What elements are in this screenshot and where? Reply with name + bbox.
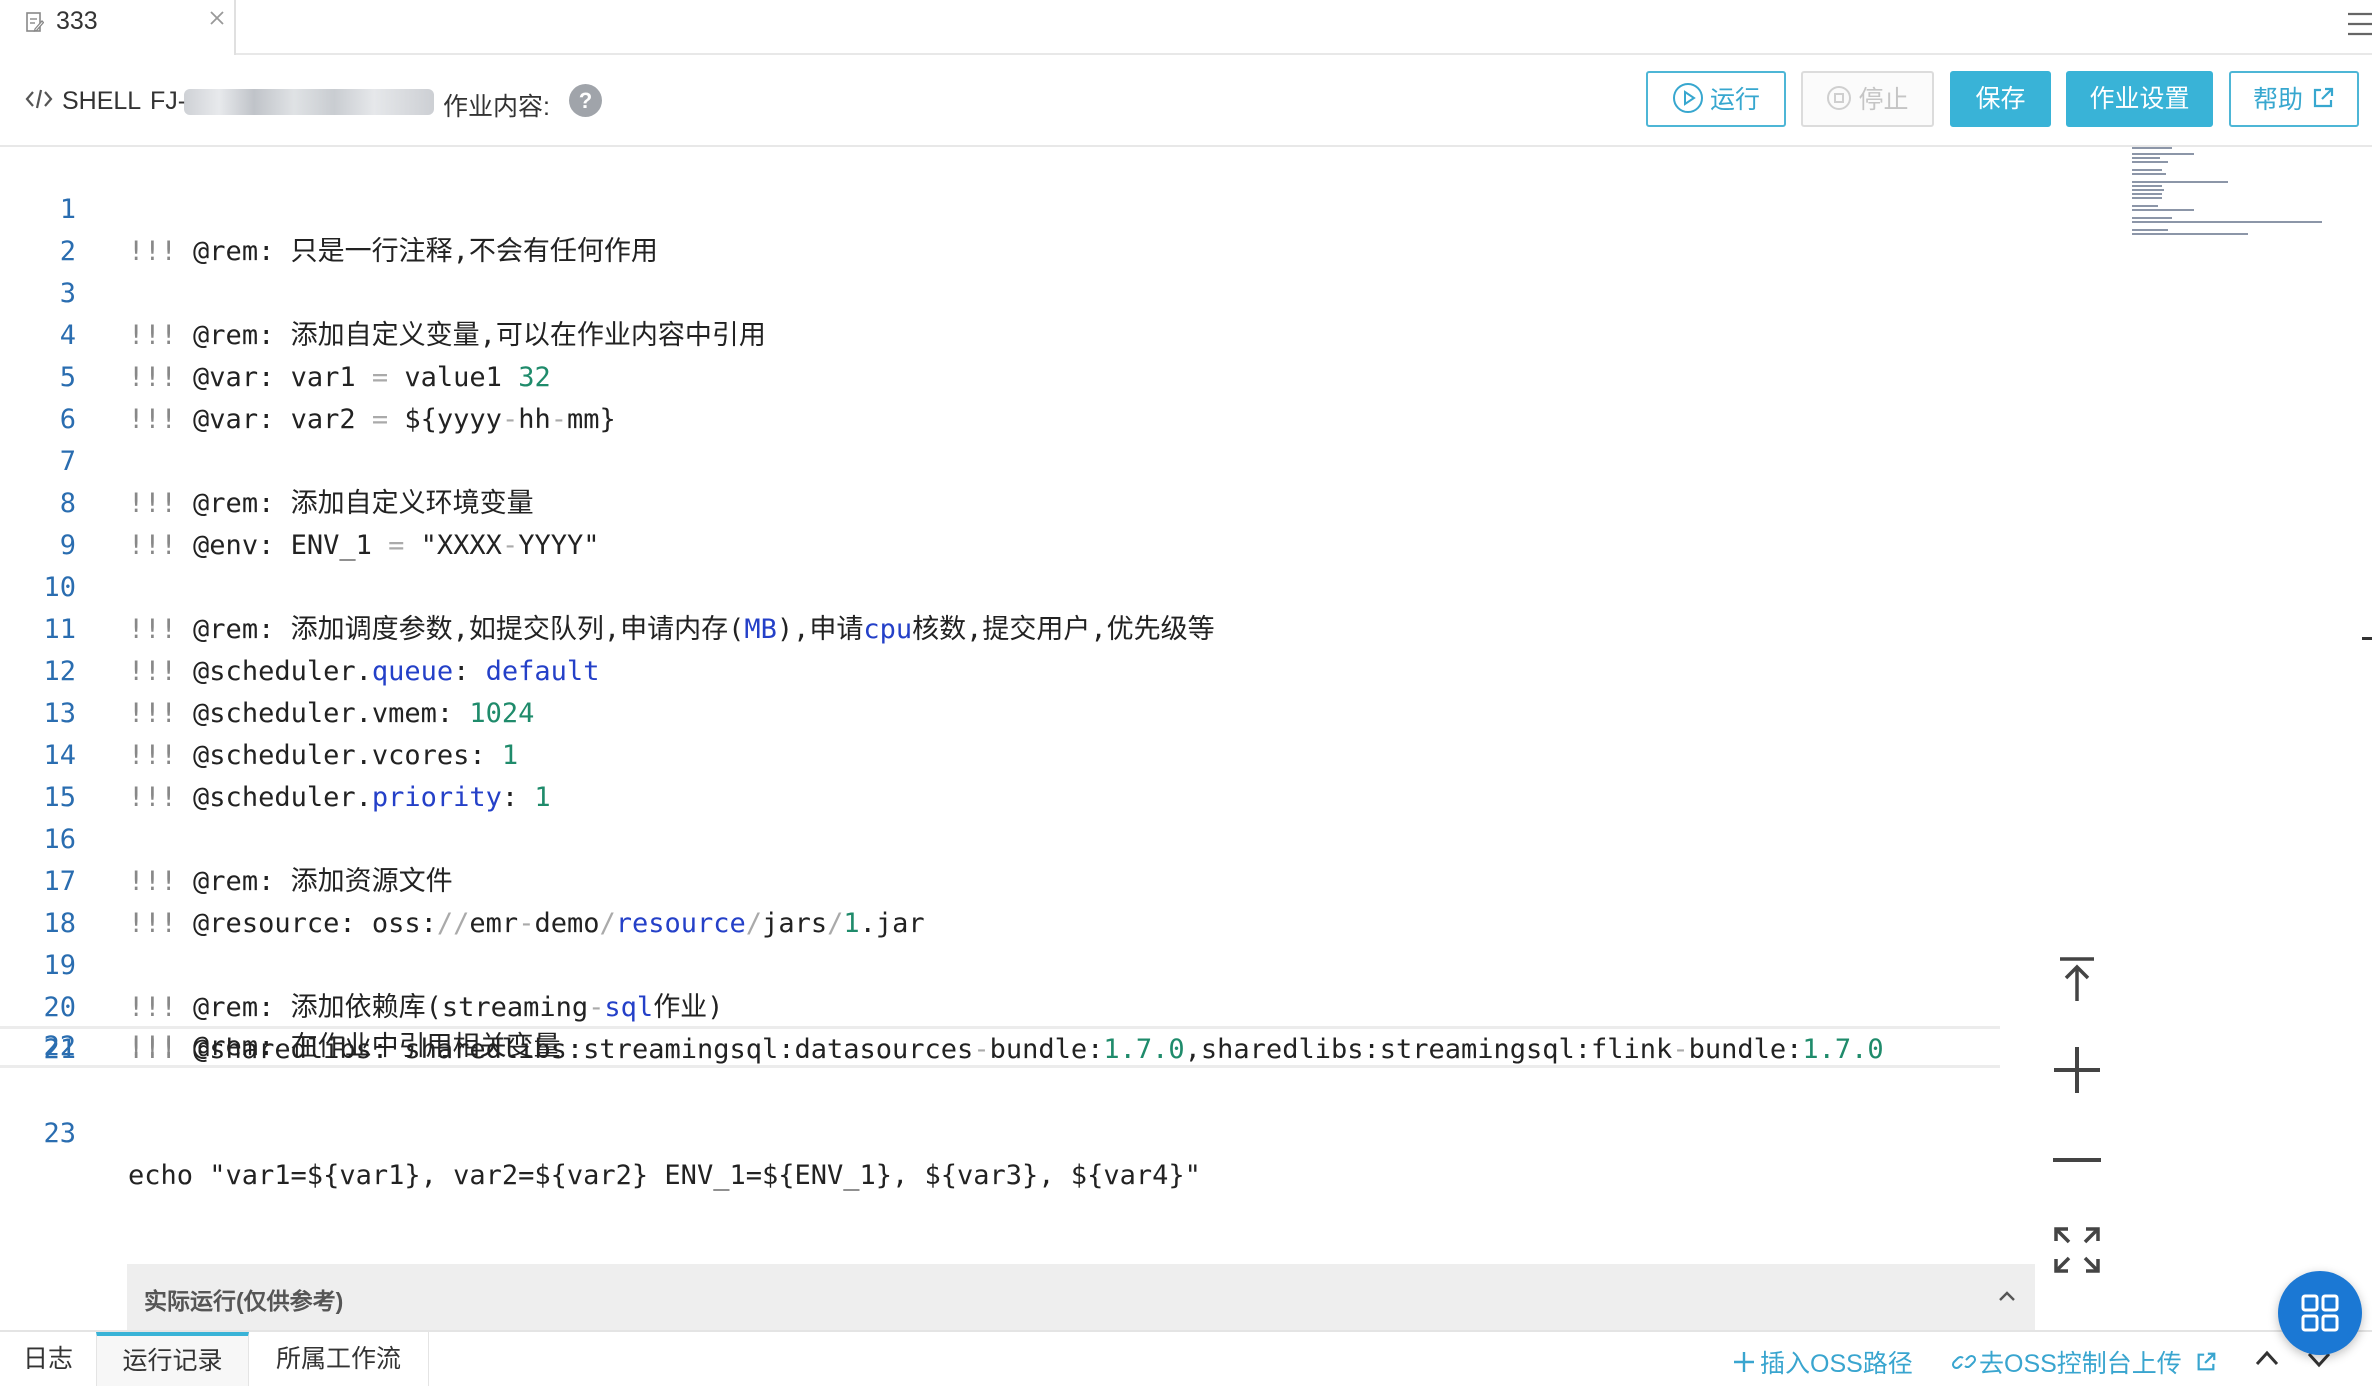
code-line: 17 !!! @resource: oss://emr-demo/resourc… [0,819,2130,939]
help-label: 帮助 [2252,86,2303,115]
code-line: 4 !!! @var: var1 = value1 32 [0,273,2130,393]
menu-icon[interactable] [2346,10,2372,38]
line-number: 23 [43,1118,76,1149]
code-line: 14 !!! @scheduler.priority: 1 [0,693,2130,813]
job-content-label: 作业内容: [443,93,550,121]
code-icon [25,89,53,109]
actual-run-title: 实际运行(仅供参考) [144,1288,344,1314]
code-line: 13 !!! @scheduler.vcores: 1 [0,651,2130,771]
close-icon[interactable] [208,9,226,27]
directive-marker: !!! [128,1031,177,1062]
zoom-in-icon[interactable] [2050,1043,2104,1097]
code-line: 11 !!! @scheduler.queue: default [0,567,2130,687]
external-link-icon [2197,1352,2216,1371]
code-line: 3 !!! @rem: 添加自定义变量,可以在作业内容中引用 [0,231,2130,351]
tab-log[interactable]: 日志 [0,1332,96,1386]
code-line: 7 !!! @rem: 添加自定义环境变量 [0,399,2130,519]
scroll-to-top-icon[interactable] [2050,953,2104,1007]
code-line: 16 !!! @rem: 添加资源文件 [0,777,2130,897]
stop-icon [1827,86,1852,111]
link-icon [1951,1354,1977,1370]
app-grid-button[interactable] [2278,1271,2362,1355]
oss-console-label: 去OSS控制台上传 [1979,1350,2182,1378]
run-button[interactable]: 运行 [1646,71,1786,127]
code-line: 6 [0,357,2130,435]
editor-tab-bar: 333 [0,0,2372,55]
code-line: 23 echo "var1=${var1}, var2=${var2} ENV_… [0,1071,2130,1191]
insert-oss-label: 插入OSS路径 [1760,1350,1913,1378]
code-line: 10 !!! @rem: 添加调度参数,如提交队列,申请内存(MB),申请cpu… [0,525,2130,645]
code-line: 21 [0,987,2130,1065]
external-link-icon [2313,88,2334,108]
code-text: @rem: 在作业中引用相关变量 [193,1031,561,1062]
line-number: 22 [43,1031,76,1062]
scrollbar-marker[interactable] [2362,637,2372,640]
zoom-out-icon[interactable] [2050,1133,2104,1187]
code-line: 5 !!! @var: var2 = ${yyyy-hh-mm} [0,315,2130,435]
help-button[interactable]: 帮助 [2229,71,2359,127]
grid-icon [2301,1294,2339,1332]
code-editor[interactable]: 1 !!! @rem: 只是一行注释,不会有任何作用 2 3 !!! @rem:… [0,147,2130,1262]
code-line: 12 !!! @scheduler.vmem: 1024 [0,609,2130,729]
job-toolbar: SHELL FJ- 作业内容: ? 运行 停止 保存 作业设置 帮助 [0,55,2372,147]
code-line: 9 [0,483,2130,561]
code-line: 18 [0,861,2130,939]
stop-label: 停止 [1858,86,1909,115]
tab-job-333[interactable]: 333 [0,0,236,55]
tab-workflow[interactable]: 所属工作流 [249,1332,429,1386]
job-settings-button[interactable]: 作业设置 [2066,71,2213,127]
actual-run-panel[interactable]: 实际运行(仅供参考) [127,1264,2035,1330]
job-id-prefix: FJ- [150,87,187,115]
code-line: 20 !!! @sharedlibs: sharedlibs:streaming… [0,945,2130,1065]
code-line: 8 !!! @env: ENV_1 = "XXXX-YYYY" [0,441,2130,561]
code-line-current: 22 !!! @rem: 在作业中引用相关变量 [0,1026,2000,1068]
edit-icon [26,12,44,32]
code-line: 1 !!! @rem: 只是一行注释,不会有任何作用 [0,147,2130,267]
oss-console-upload-link[interactable]: 去OSS控制台上传 [1951,1344,2217,1380]
chevron-up-icon[interactable] [2254,1348,2280,1368]
code-line: 19 !!! @rem: 添加依赖库(streaming-sql作业) [0,903,2130,1023]
plus-icon [1734,1352,1754,1372]
stop-button[interactable]: 停止 [1801,71,1934,127]
play-icon [1672,83,1703,114]
tab-title: 333 [56,7,98,35]
code-line: 2 [0,189,2130,267]
code-text: echo "var1=${var1}, var2=${var2} ENV_1=$… [128,1160,1201,1191]
line-content: !!! @rem: 在作业中引用相关变量 [128,1026,561,1068]
code-minimap[interactable] [2128,147,2348,247]
job-id-redacted [184,89,434,115]
fullscreen-icon[interactable] [2050,1223,2104,1277]
insert-oss-path-link[interactable]: 插入OSS路径 [1732,1344,1913,1380]
chevron-up-icon[interactable] [1995,1284,2019,1308]
code-line: 15 [0,735,2130,813]
save-button[interactable]: 保存 [1950,71,2051,127]
tab-run-records[interactable]: 运行记录 [96,1332,249,1386]
job-type-label: SHELL [62,87,142,115]
help-question-icon[interactable]: ? [569,84,602,117]
bottom-panel-tabs: 日志 运行记录 所属工作流 插入OSS路径 去OSS控制台上传 [0,1330,2372,1386]
run-label: 运行 [1709,86,1760,115]
